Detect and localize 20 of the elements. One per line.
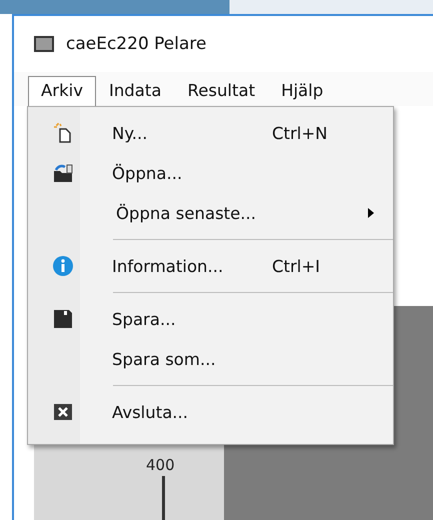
menu-item[interactable]: Information... Ctrl+I bbox=[28, 246, 393, 286]
menu-item[interactable]: Öppna... bbox=[28, 153, 393, 193]
menu-bar-item[interactable]: Indata bbox=[96, 76, 174, 106]
window-title: caeEc220 Pelare bbox=[66, 34, 206, 54]
menu-item[interactable]: Spara som... bbox=[28, 339, 393, 379]
folder-icon bbox=[53, 163, 73, 183]
menu-item[interactable]: Avsluta... bbox=[28, 392, 393, 432]
app-icon bbox=[34, 36, 54, 52]
menu-item[interactable]: Spara... bbox=[28, 299, 393, 339]
info-icon bbox=[53, 256, 73, 276]
axis-label: 400 bbox=[146, 456, 175, 474]
close-icon bbox=[54, 404, 72, 420]
menu-bar-item[interactable]: Arkiv bbox=[28, 76, 96, 106]
save-icon bbox=[54, 310, 72, 328]
new-file-icon bbox=[54, 123, 72, 143]
menu-bar-item[interactable]: Hjälp bbox=[268, 76, 336, 106]
menu-item[interactable]: Ny... Ctrl+N bbox=[28, 113, 393, 153]
menu-item[interactable]: Öppna senaste... bbox=[28, 193, 393, 233]
submenu-arrow-icon bbox=[368, 208, 374, 218]
menu-bar-item[interactable]: Resultat bbox=[174, 76, 268, 106]
